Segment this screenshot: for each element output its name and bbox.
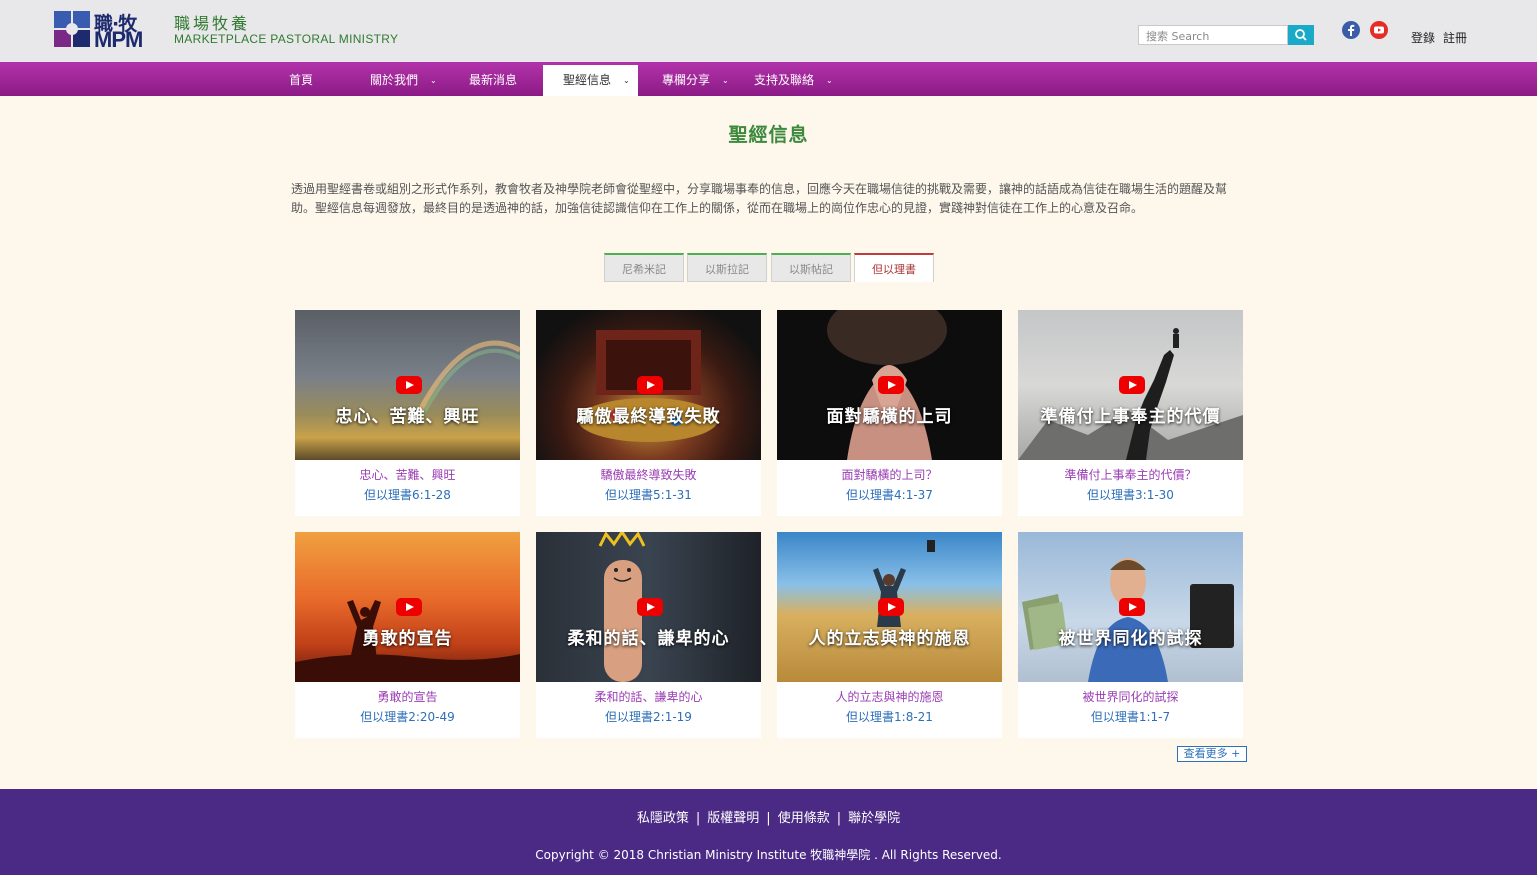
video-title-link[interactable]: 人的立志與神的施恩 [777, 688, 1002, 705]
play-icon [637, 376, 663, 394]
search-button[interactable] [1288, 25, 1314, 45]
logo-mark-icon [54, 11, 90, 47]
video-title-link[interactable]: 柔和的話、謙卑的心 [536, 688, 761, 705]
footer-link-terms[interactable]: 使用條款 [778, 811, 830, 826]
video-thumbnail[interactable]: 驕傲最終導致失敗 [536, 310, 761, 460]
youtube-icon[interactable] [1370, 21, 1388, 39]
video-title-link[interactable]: 勇敢的宣告 [295, 688, 520, 705]
video-card[interactable]: 準備付上事奉主的代價 準備付上事奉主的代價？ 但以理書3:1-30 [1018, 310, 1243, 516]
nav-item-bible-messages[interactable]: 聖經信息 ⌄ [563, 62, 630, 96]
video-card[interactable]: 被世界同化的試探 被世界同化的試探 但以理書1:1-7 [1018, 532, 1243, 738]
video-thumbnail[interactable]: 忠心、苦難、興旺 [295, 310, 520, 460]
tab-ezra[interactable]: 以斯拉記 [687, 253, 767, 282]
play-icon [878, 598, 904, 616]
video-caption: 準備付上事奉主的代價 [1040, 407, 1221, 427]
facebook-icon[interactable] [1342, 21, 1360, 39]
video-caption: 被世界同化的試探 [1058, 629, 1203, 649]
play-icon [1119, 598, 1145, 616]
chevron-down-icon: ⌄ [623, 76, 630, 85]
video-title-link[interactable]: 被世界同化的試探 [1018, 688, 1243, 705]
tab-daniel[interactable]: 但以理書 [854, 253, 934, 282]
video-card[interactable]: 勇敢的宣告 勇敢的宣告 但以理書2:20-49 [295, 532, 520, 738]
video-card[interactable]: 面對驕橫的上司 面對驕橫的上司？ 但以理書4:1-37 [777, 310, 1002, 516]
page-title: 聖經信息 [728, 124, 809, 146]
chevron-down-icon: ⌄ [430, 76, 437, 85]
logo-english-text: MPM [94, 27, 143, 52]
video-caption: 面對驕橫的上司 [826, 407, 953, 427]
main-navigation: 首頁 關於我們 ⌄ 最新消息 聖經信息 ⌄ 專欄分享 ⌄ 支持及聯絡 ⌄ [0, 62, 1537, 96]
chevron-down-icon: ⌄ [722, 76, 729, 85]
scripture-reference[interactable]: 但以理書6:1-28 [295, 486, 520, 503]
scripture-reference[interactable]: 但以理書1:1-7 [1018, 708, 1243, 725]
video-thumbnail[interactable]: 被世界同化的試探 [1018, 532, 1243, 682]
scripture-reference[interactable]: 但以理書2:20-49 [295, 708, 520, 725]
nav-item-label: 關於我們 [370, 73, 419, 87]
video-thumbnail[interactable]: 勇敢的宣告 [295, 532, 520, 682]
footer-link-copyright[interactable]: 版權聲明 [707, 811, 759, 826]
site-name-chinese: 職場牧養 [174, 14, 251, 33]
nav-item-label: 支持及聯絡 [754, 73, 815, 87]
video-thumbnail[interactable]: 準備付上事奉主的代價 [1018, 310, 1243, 460]
scripture-reference[interactable]: 但以理書3:1-30 [1018, 486, 1243, 503]
video-title-link[interactable]: 忠心、苦難、興旺 [295, 466, 520, 483]
copyright-text: Copyright © 2018 Christian Ministry Inst… [535, 848, 1002, 862]
video-card[interactable]: 柔和的話、謙卑的心 柔和的話、謙卑的心 但以理書2:1-19 [536, 532, 761, 738]
nav-item-support-contact[interactable]: 支持及聯絡 ⌄ [754, 62, 833, 96]
video-thumbnail[interactable]: 人的立志與神的施恩 [777, 532, 1002, 682]
video-thumbnail[interactable]: 柔和的話、謙卑的心 [536, 532, 761, 682]
nav-item-label: 聖經信息 [563, 73, 612, 87]
search-icon [1295, 29, 1307, 41]
play-icon [637, 598, 663, 616]
nav-item-news[interactable]: 最新消息 [469, 62, 517, 96]
intro-text: 透過用聖經書卷或組別之形式作系列，教會牧者及神學院老師會從聖經中，分享職場事奉的… [291, 182, 1228, 215]
view-more-button[interactable]: 查看更多 + [1177, 746, 1247, 762]
video-caption: 勇敢的宣告 [362, 629, 453, 649]
video-card[interactable]: 忠心、苦難、興旺 忠心、苦難、興旺 但以理書6:1-28 [295, 310, 520, 516]
play-icon [396, 376, 422, 394]
search-input[interactable]: 搜索 Search [1138, 25, 1288, 45]
footer-separator: | [836, 811, 842, 826]
tab-esther[interactable]: 以斯帖記 [771, 253, 851, 282]
video-thumbnail[interactable]: 面對驕橫的上司 [777, 310, 1002, 460]
video-title-link[interactable]: 驕傲最終導致失敗 [536, 466, 761, 483]
chevron-down-icon: ⌄ [826, 76, 833, 85]
scripture-reference[interactable]: 但以理書4:1-37 [777, 486, 1002, 503]
play-icon [878, 376, 904, 394]
login-link[interactable]: 登錄 [1411, 29, 1435, 46]
footer-link-institute[interactable]: 聯於學院 [848, 811, 900, 826]
video-card[interactable]: 人的立志與神的施恩 人的立志與神的施恩 但以理書1:8-21 [777, 532, 1002, 738]
site-header: 職·牧 MPM 職場牧養 MARKETPLACE PASTORAL MINIST… [0, 0, 1537, 62]
site-logo[interactable]: 職·牧 MPM [54, 9, 154, 52]
scripture-reference[interactable]: 但以理書1:8-21 [777, 708, 1002, 725]
scripture-reference[interactable]: 但以理書5:1-31 [536, 486, 761, 503]
video-caption: 人的立志與神的施恩 [808, 629, 971, 649]
video-card[interactable]: 驕傲最終導致失敗 驕傲最終導致失敗 但以理書5:1-31 [536, 310, 761, 516]
nav-item-label: 專欄分享 [662, 73, 711, 87]
play-icon [1119, 376, 1145, 394]
footer-link-privacy[interactable]: 私隱政策 [637, 811, 689, 826]
footer-separator: | [766, 811, 771, 826]
nav-item-label: 首頁 [289, 73, 314, 87]
nav-item-columns[interactable]: 專欄分享 ⌄ [662, 62, 729, 96]
nav-item-label: 最新消息 [469, 73, 518, 87]
footer-separator: | [695, 811, 701, 826]
nav-item-about[interactable]: 關於我們 ⌄ [370, 62, 437, 96]
footer-links: 私隱政策 | 版權聲明 | 使用條款 | 聯於學院 [0, 807, 1537, 826]
register-link[interactable]: 註冊 [1443, 29, 1467, 46]
site-name-english: MARKETPLACE PASTORAL MINISTRY [174, 32, 399, 46]
video-title-link[interactable]: 面對驕橫的上司？ [777, 466, 1002, 483]
nav-item-home[interactable]: 首頁 [289, 62, 313, 96]
scripture-reference[interactable]: 但以理書2:1-19 [536, 708, 761, 725]
video-caption: 忠心、苦難、興旺 [335, 407, 480, 427]
video-caption: 驕傲最終導致失敗 [576, 407, 721, 427]
video-title-link[interactable]: 準備付上事奉主的代價？ [1018, 466, 1243, 483]
play-icon [396, 598, 422, 616]
site-footer: 私隱政策 | 版權聲明 | 使用條款 | 聯於學院 Copyright © 2018 Chr… [0, 789, 1537, 875]
tab-nehemiah[interactable]: 尼希米記 [604, 253, 684, 282]
video-caption: 柔和的話、謙卑的心 [567, 629, 730, 649]
